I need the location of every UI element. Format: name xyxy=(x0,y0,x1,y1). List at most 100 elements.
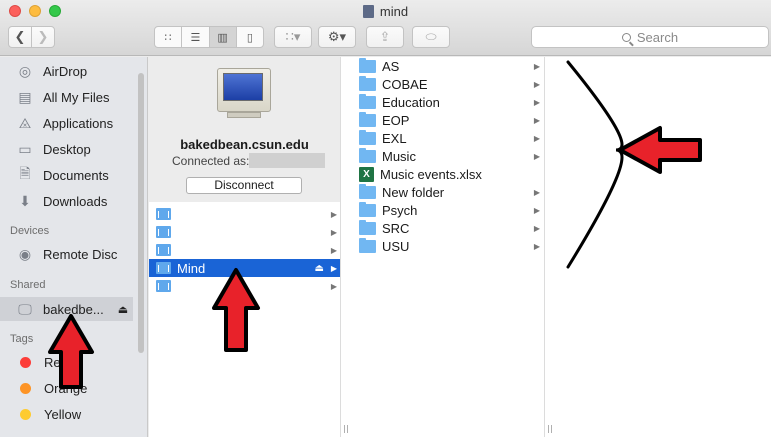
sidebar-item-bakedbean[interactable]: 🖵 bakedbe... ⏏ xyxy=(16,298,128,320)
sidebar-heading-devices: Devices xyxy=(10,225,50,237)
folder-row-music[interactable]: Music ▶ xyxy=(351,147,544,165)
server-name: bakedbean.csun.edu xyxy=(180,137,309,152)
folder-icon xyxy=(359,75,376,91)
server-info-panel: bakedbean.csun.edu Connected as: Disconn… xyxy=(149,57,340,202)
chevron-right-icon: ▶ xyxy=(533,223,540,233)
forward-button[interactable]: ❯ xyxy=(31,26,55,48)
shared-folder-icon xyxy=(156,262,171,274)
folder-row-usu[interactable]: USU ▶ xyxy=(351,237,544,255)
disconnect-button[interactable]: Disconnect xyxy=(186,177,302,194)
folder-row-education[interactable]: Education ▶ xyxy=(351,93,544,111)
chevron-right-icon: ▶ xyxy=(533,151,540,161)
folder-icon xyxy=(359,129,376,145)
disc-icon: ◉ xyxy=(18,245,32,262)
chevron-right-icon: ▶ xyxy=(330,263,337,273)
documents-icon: 🗎 xyxy=(19,165,31,181)
server-share-icon xyxy=(362,5,374,18)
sidebar-item-downloads[interactable]: ⬇ Downloads xyxy=(16,190,107,212)
sidebar: ◎ AirDrop ▤ All My Files ⨻ Applications ▭ De… xyxy=(0,57,148,437)
orange-tag-dot-icon xyxy=(20,382,31,394)
folder-row-as[interactable]: AS ▶ xyxy=(351,57,544,75)
sidebar-item-airdrop[interactable]: ◎ AirDrop xyxy=(16,60,87,82)
server-column: bakedbean.csun.edu Connected as: Disconn… xyxy=(149,57,340,437)
share-row[interactable]: ▶ xyxy=(149,277,340,295)
share-button[interactable]: ⇪ xyxy=(366,26,404,48)
desktop-icon: ▭ xyxy=(18,140,32,157)
connected-as-value-redacted xyxy=(249,153,325,168)
folder-row-exl[interactable]: EXL ▶ xyxy=(351,129,544,147)
search-icon xyxy=(621,32,631,42)
folder-icon xyxy=(359,201,376,217)
cover-flow-button[interactable]: ▯ xyxy=(237,27,263,47)
tag-icon: ⬭ xyxy=(425,29,437,44)
list-view-button[interactable]: ☰ xyxy=(182,27,210,47)
edit-tags-button[interactable]: ⬭ xyxy=(412,26,450,48)
chevron-right-icon: ▶ xyxy=(533,241,540,251)
sidebar-tag-orange[interactable]: Orange xyxy=(16,377,87,399)
folder-row-src[interactable]: SRC ▶ xyxy=(351,219,544,237)
folder-row-new-folder[interactable]: New folder ▶ xyxy=(351,183,544,201)
chevron-right-icon: ▶ xyxy=(533,97,540,107)
monitor-icon: 🖵 xyxy=(18,300,32,317)
chevron-right-icon: ▶ xyxy=(533,133,540,143)
chevron-right-icon: ▶ xyxy=(533,205,540,215)
red-tag-dot-icon xyxy=(20,356,31,368)
folder-row-eop[interactable]: EOP ▶ xyxy=(351,111,544,129)
sidebar-item-remote-disc[interactable]: ◉ Remote Disc xyxy=(16,243,118,265)
action-button[interactable]: ⚙▾ xyxy=(318,26,356,48)
sidebar-item-all-my-files[interactable]: ▤ All My Files xyxy=(16,86,109,108)
chevron-right-icon: ▶ xyxy=(533,61,540,71)
share-row[interactable]: ▶ xyxy=(149,241,340,259)
folder-icon xyxy=(359,93,376,109)
folder-row-cobae[interactable]: COBAE ▶ xyxy=(351,75,544,93)
share-row[interactable]: ▶ xyxy=(149,205,340,223)
share-row[interactable]: ▶ xyxy=(149,223,340,241)
shared-folder-icon xyxy=(156,226,171,238)
icon-view-button[interactable]: ∷ xyxy=(155,27,183,47)
arrange-icon: ∷▾ xyxy=(285,29,301,44)
chevron-left-icon: ❮ xyxy=(14,29,26,44)
title-bar: mind ❮ ❯ ∷ ☰ ▥ ▯ ∷▾ ⚙▾ ⇪ ⬭ Search xyxy=(0,0,771,56)
file-row-music-events[interactable]: X Music events.xlsx xyxy=(351,165,544,183)
list-icon: ☰ xyxy=(190,31,201,44)
shared-folder-icon xyxy=(156,208,171,220)
view-mode-control: ∷ ☰ ▥ ▯ xyxy=(154,26,264,48)
sidebar-item-documents[interactable]: 🗎 Documents xyxy=(16,164,108,186)
sidebar-item-desktop[interactable]: ▭ Desktop xyxy=(16,138,90,160)
column-resize-handle[interactable] xyxy=(340,57,351,437)
folder-icon xyxy=(359,57,376,73)
chevron-right-icon: ▶ xyxy=(330,209,337,219)
sidebar-tag-yellow[interactable]: Yellow xyxy=(16,403,81,425)
search-input[interactable]: Search xyxy=(531,26,769,48)
chevron-right-icon: ▶ xyxy=(330,281,337,291)
sidebar-item-applications[interactable]: ⨻ Applications xyxy=(16,112,113,134)
all-files-icon: ▤ xyxy=(18,88,32,105)
chevron-right-icon: ▶ xyxy=(330,245,337,255)
sidebar-tag-red[interactable]: Red xyxy=(16,351,68,373)
airdrop-icon: ◎ xyxy=(18,62,32,79)
back-button[interactable]: ❮ xyxy=(8,26,32,48)
arrange-button[interactable]: ∷▾ xyxy=(274,26,312,48)
folder-icon xyxy=(359,219,376,235)
column-view-button[interactable]: ▥ xyxy=(209,27,237,47)
excel-file-icon: X xyxy=(359,166,374,182)
chevron-right-icon: ▶ xyxy=(533,79,540,89)
chevron-right-icon: ▶ xyxy=(330,227,337,237)
sidebar-heading-tags: Tags xyxy=(10,333,34,345)
applications-icon: ⨻ xyxy=(18,114,32,131)
downloads-icon: ⬇ xyxy=(19,192,31,209)
eject-icon[interactable]: ⏏ xyxy=(118,303,128,316)
share-row-mind[interactable]: Mind ⏏ ▶ xyxy=(149,259,340,277)
icon-grid-icon: ∷ xyxy=(164,31,172,44)
folder-column: AS ▶ COBAE ▶ Education ▶ EOP ▶ EXL ▶ Music ▶ X… xyxy=(351,57,544,437)
folder-icon xyxy=(359,183,376,199)
gear-icon: ⚙▾ xyxy=(327,29,347,44)
sidebar-scrollbar[interactable] xyxy=(138,73,144,353)
folder-row-psych[interactable]: Psych ▶ xyxy=(351,201,544,219)
eject-icon[interactable]: ⏏ xyxy=(315,263,324,274)
share-icon: ⇪ xyxy=(379,29,391,44)
column-resize-handle[interactable] xyxy=(544,57,559,437)
connected-as-label: Connected as: xyxy=(172,154,250,168)
empty-preview-column xyxy=(559,57,771,437)
chevron-right-icon: ❯ xyxy=(37,29,49,44)
